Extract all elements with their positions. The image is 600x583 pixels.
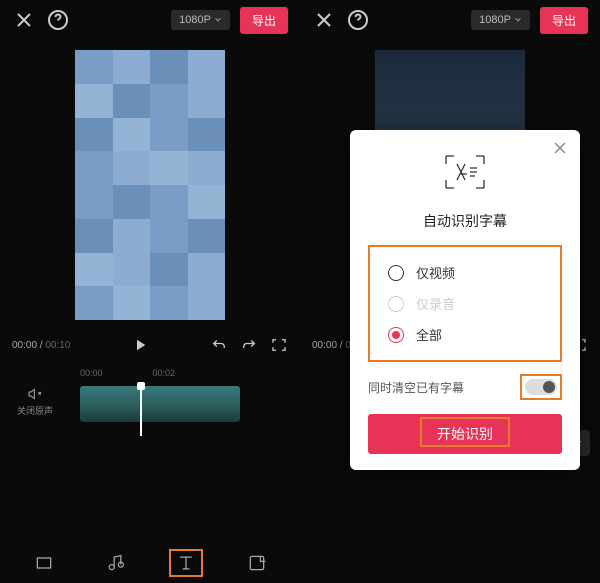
export-button[interactable]: 导出 — [540, 7, 588, 34]
play-button[interactable] — [131, 336, 149, 354]
help-icon[interactable] — [346, 8, 370, 32]
radio-label: 仅录音 — [416, 294, 455, 313]
resolution-label: 1080P — [479, 14, 511, 26]
video-clip[interactable] — [80, 386, 240, 422]
radio-label: 全部 — [416, 325, 442, 344]
close-icon[interactable] — [312, 8, 336, 32]
video-preview[interactable] — [0, 40, 300, 330]
tool-cut[interactable] — [27, 549, 61, 577]
start-recognition-button[interactable]: 开始识别 — [368, 414, 562, 454]
mute-original-button[interactable]: 关闭原声 — [10, 386, 60, 417]
fullscreen-button[interactable] — [270, 336, 288, 354]
ruler-mark: 00:02 — [153, 368, 176, 382]
radio-audio-only: 仅录音 — [388, 288, 542, 319]
clear-subtitles-toggle[interactable] — [525, 379, 557, 395]
modal-close-icon[interactable] — [552, 140, 568, 156]
resolution-button[interactable]: 1080P — [171, 10, 230, 30]
modal-title: 自动识别字幕 — [368, 211, 562, 231]
help-icon[interactable] — [46, 8, 70, 32]
tool-sticker[interactable] — [240, 549, 274, 577]
undo-button[interactable] — [210, 336, 228, 354]
tool-text[interactable] — [169, 549, 203, 577]
ruler-mark: 00:00 — [80, 368, 103, 382]
redo-button[interactable] — [240, 336, 258, 354]
radio-all[interactable]: 全部 — [388, 319, 542, 350]
subtitle-modal: 自动识别字幕 仅视频 仅录音 全部 同时清空已有字幕 开始识别 — [350, 130, 580, 470]
export-button[interactable]: 导出 — [240, 7, 288, 34]
subtitle-icon — [368, 150, 562, 199]
radio-video-only[interactable]: 仅视频 — [388, 257, 542, 288]
time-display: 00:00 / 00:10 — [12, 340, 70, 351]
source-radio-group: 仅视频 仅录音 全部 — [368, 245, 562, 362]
resolution-button[interactable]: 1080P — [471, 10, 530, 30]
tool-audio[interactable] — [98, 549, 132, 577]
mute-label: 关闭原声 — [10, 404, 60, 417]
resolution-label: 1080P — [179, 14, 211, 26]
timeline[interactable]: 00:00 00:02 关闭原声 — [0, 360, 300, 420]
playhead[interactable] — [140, 386, 142, 436]
radio-label: 仅视频 — [416, 263, 455, 282]
clear-subtitles-label: 同时清空已有字幕 — [368, 379, 464, 396]
close-icon[interactable] — [12, 8, 36, 32]
